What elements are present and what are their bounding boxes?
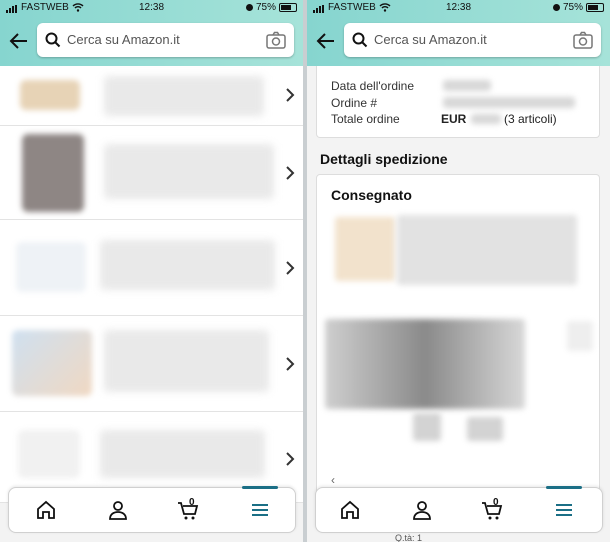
list-item[interactable]: [0, 66, 303, 126]
icon-placeholder: [467, 417, 503, 441]
icon-placeholder: [413, 413, 441, 441]
search-placeholder: Cerca su Amazon.it: [374, 32, 487, 47]
bottom-tab-bar: 0: [8, 486, 296, 533]
menu-icon[interactable]: [242, 486, 278, 522]
bottom-tab-bar: 0: [315, 486, 603, 533]
order-total-label: Totale ordine: [331, 112, 400, 126]
delivery-status: Consegnato: [331, 187, 412, 203]
search-bar[interactable]: Cerca su Amazon.it: [344, 23, 601, 57]
product-info: [104, 144, 274, 199]
battery-icon: [279, 3, 297, 12]
order-date-value: [443, 80, 491, 91]
status-bar: FASTWEB 12:38 75%: [307, 2, 610, 16]
battery-icon: [586, 3, 604, 12]
quantity-partial-text: Q.tà: 1: [395, 533, 423, 542]
order-summary-card: Data dell'ordine Ordine # Totale ordine …: [316, 66, 600, 138]
cart-count-badge: 0: [189, 497, 195, 508]
chevron-right-icon: [286, 88, 295, 102]
order-total-amount: [471, 114, 501, 124]
battery-percent: 75%: [562, 2, 583, 13]
back-arrow-icon[interactable]: [8, 30, 30, 52]
battery-percent: 75%: [255, 2, 276, 13]
action-placeholder: [567, 321, 593, 351]
order-list: [0, 66, 303, 503]
home-icon[interactable]: [338, 498, 362, 522]
product-thumbnail: [22, 134, 84, 212]
cart-count-badge: 0: [493, 497, 499, 508]
list-item[interactable]: [0, 316, 303, 412]
product-info: [100, 240, 275, 290]
cart-icon[interactable]: [480, 498, 504, 522]
order-total-currency: EUR: [441, 112, 467, 126]
product-info: [100, 430, 265, 478]
camera-icon[interactable]: [266, 31, 286, 49]
user-icon[interactable]: [410, 498, 434, 522]
header: FASTWEB 12:38 75% Cerca su Amazon.it: [307, 0, 610, 66]
product-info: [104, 76, 264, 116]
menu-icon[interactable]: [546, 486, 582, 522]
shipment-card: Consegnato ‹: [316, 174, 600, 506]
list-item[interactable]: [0, 126, 303, 220]
search-bar[interactable]: Cerca su Amazon.it: [37, 23, 294, 57]
left-phone-screen: FASTWEB 12:38 75% Cerca su Amazon.it 0: [0, 0, 303, 542]
right-phone-screen: FASTWEB 12:38 75% Cerca su Amazon.it Dat…: [307, 0, 610, 542]
product-thumbnail: [18, 430, 80, 478]
order-number-label: Ordine #: [331, 96, 378, 110]
search-icon: [352, 32, 368, 48]
chevron-right-icon: [286, 261, 295, 275]
product-thumbnail: [12, 330, 92, 396]
status-bar: FASTWEB 12:38 75%: [0, 2, 303, 16]
order-items-count: (3 articoli): [504, 112, 557, 126]
alarm-icon: [552, 4, 560, 11]
carousel-prev-icon[interactable]: ‹: [331, 473, 335, 487]
search-icon: [45, 32, 61, 48]
search-placeholder: Cerca su Amazon.it: [67, 32, 180, 47]
order-number-value: [443, 97, 575, 108]
chevron-right-icon: [286, 452, 295, 466]
chevron-right-icon: [286, 357, 295, 371]
product-info: [104, 330, 269, 392]
product-thumbnail: [335, 217, 395, 281]
header: FASTWEB 12:38 75% Cerca su Amazon.it: [0, 0, 303, 66]
product-thumbnail: [16, 242, 86, 292]
user-icon[interactable]: [106, 498, 130, 522]
back-arrow-icon[interactable]: [315, 30, 337, 52]
product-thumbnail: [20, 80, 80, 110]
cart-icon[interactable]: [176, 498, 200, 522]
home-icon[interactable]: [34, 498, 58, 522]
product-info: [397, 215, 577, 285]
list-item[interactable]: [0, 220, 303, 316]
order-date-label: Data dell'ordine: [331, 79, 415, 93]
camera-icon[interactable]: [573, 31, 593, 49]
product-image-blurred: [325, 319, 525, 409]
shipment-details-heading: Dettagli spedizione: [320, 151, 448, 167]
screenshot: FASTWEB 12:38 75% Cerca su Amazon.it 0 F…: [0, 0, 610, 542]
chevron-right-icon: [286, 166, 295, 180]
alarm-icon: [245, 4, 253, 11]
